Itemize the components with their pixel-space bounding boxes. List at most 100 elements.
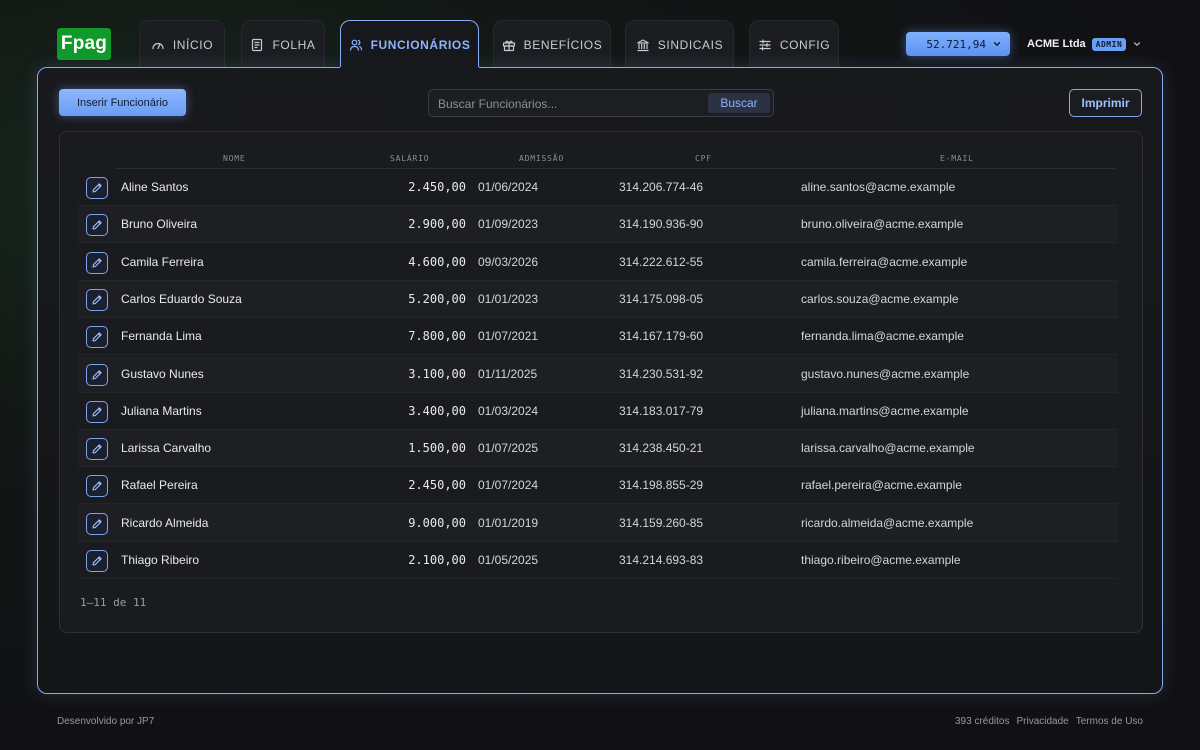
employees-panel: Inserir Funcionário Buscar Imprimir NOME… [37,67,1163,694]
edit-button[interactable] [86,438,108,461]
employee-admission: 01/09/2023 [478,217,539,232]
document-icon [250,38,264,52]
pencil-icon [92,481,102,491]
search-box: Buscar [428,89,774,117]
employee-email: carlos.souza@acme.example [801,291,959,306]
employee-email: larissa.carvalho@acme.example [801,441,975,456]
employee-name: Ricardo Almeida [121,515,209,530]
tab-label: FUNCIONÁRIOS [370,37,471,52]
employee-admission: 01/06/2024 [478,180,539,194]
employee-admission: 01/03/2024 [478,403,539,418]
tab-folha[interactable]: FOLHA [241,20,325,68]
employee-salary: 7.800,00 [408,329,466,344]
pencil-icon [92,295,102,305]
pencil-icon [92,220,102,230]
employee-salary: 2.450,00 [408,478,466,493]
tab-label: CONFIG [779,37,831,52]
edit-button[interactable] [86,363,108,386]
tab-sindicais[interactable]: SINDICAIS [625,20,734,68]
employee-email: fernanda.lima@acme.example [801,329,964,344]
footer-links: 393 créditos Privacidade Termos de Uso [955,716,1143,727]
employee-admission: 01/11/2025 [478,366,538,381]
employee-email: camila.ferreira@acme.example [801,254,968,269]
header-salary[interactable]: SALÁRIO [390,154,429,163]
employee-salary: 2.450,00 [408,180,466,194]
employees-table: NOME SALÁRIO ADMISSÃO CPF E-MAIL Aline S… [59,131,1143,633]
edit-button[interactable] [86,214,108,237]
employee-name: Camila Ferreira [121,254,204,269]
employee-name: Bruno Oliveira [121,217,198,232]
employee-email: bruno.oliveira@acme.example [801,217,964,232]
pencil-icon [92,556,102,566]
edit-button[interactable] [86,326,108,349]
tab-label: BENEFÍCIOS [523,37,603,52]
employee-name: Thiago Ribeiro [121,553,200,567]
tab-inicio[interactable]: INÍCIO [139,20,225,68]
company-name: ACME Ltda [1027,38,1086,50]
pencil-icon [92,183,102,193]
balance-dropdown[interactable]: 52.721,94 [906,32,1010,56]
footer-developer[interactable]: Desenvolvido por JP7 [57,716,154,727]
employee-cpf: 314.159.260-85 [619,515,704,530]
employee-cpf: 314.183.017-79 [619,403,704,418]
tab-label: FOLHA [272,37,316,52]
search-button[interactable]: Buscar [708,93,770,113]
account-menu[interactable]: ACME Ltda ADMIN [1027,35,1142,53]
pencil-icon [92,369,102,380]
employee-salary: 5.200,00 [408,291,466,306]
employee-admission: 01/07/2021 [478,329,539,344]
table-row: Ricardo Almeida 9.000,00 01/01/2019 314.159… [78,504,1118,542]
employee-salary: 1.500,00 [408,441,466,456]
employee-salary: 2.900,00 [408,217,466,232]
balance-value: 52.721,94 [926,37,986,51]
employee-email: juliana.martins@acme.example [801,403,969,418]
edit-button[interactable] [86,400,108,423]
header-admission[interactable]: ADMISSÃO [519,154,564,163]
tab-label: SINDICAIS [657,37,724,52]
employee-name: Gustavo Nunes [121,366,204,381]
chevron-down-icon [1132,39,1142,49]
employee-admission: 01/01/2019 [478,515,539,530]
table-row: Thiago Ribeiro 2.100,00 01/05/2025 314.214.… [78,542,1118,579]
table-row: Rafael Pereira 2.450,00 01/07/2024 314.198.… [78,467,1118,505]
table-row: Gustavo Nunes 3.100,00 01/11/2025 314.230.5… [78,355,1118,393]
edit-button[interactable] [86,475,108,498]
edit-button[interactable] [86,550,108,572]
header-name[interactable]: NOME [223,154,245,163]
search-input[interactable] [438,95,698,113]
employee-name: Juliana Martins [121,403,202,418]
table-row: Larissa Carvalho 1.500,00 01/07/2025 314.23… [78,430,1118,468]
employee-salary: 2.100,00 [408,553,466,567]
edit-button[interactable] [86,512,108,535]
users-icon [349,38,363,52]
pencil-icon [92,257,102,268]
employee-cpf: 314.198.855-29 [619,478,704,493]
header-email[interactable]: E-MAIL [940,154,974,163]
privacy-link[interactable]: Privacidade [1016,716,1068,727]
credits-count: 393 créditos [955,716,1010,727]
table-row: Camila Ferreira 4.600,00 09/03/2026 314.222… [78,244,1118,281]
gauge-icon [151,38,165,52]
employee-name: Aline Santos [121,180,189,194]
print-button[interactable]: Imprimir [1069,89,1142,117]
edit-button[interactable] [86,177,108,199]
tab-funcionarios[interactable]: FUNCIONÁRIOS [340,20,479,71]
table-row: Aline Santos 2.450,00 01/06/2024 314.206.77… [78,169,1118,206]
tab-config[interactable]: CONFIG [749,20,839,68]
edit-button[interactable] [86,288,108,311]
employee-name: Larissa Carvalho [121,441,212,456]
employee-email: gustavo.nunes@acme.example [801,366,970,381]
top-bar: Fpag INÍCIO FOLHA FUNCIONÁRIOS BENEFÍCIO… [0,0,1200,71]
tab-beneficios[interactable]: BENEFÍCIOS [493,20,611,68]
employee-email: rafael.pereira@acme.example [801,478,962,493]
logo[interactable]: Fpag [57,28,111,60]
employee-admission: 09/03/2026 [478,254,539,269]
employee-admission: 01/07/2025 [478,441,539,456]
edit-button[interactable] [86,251,108,274]
table-row: Bruno Oliveira 2.900,00 01/09/2023 314.190.… [78,206,1118,244]
header-cpf[interactable]: CPF [695,154,712,163]
pencil-icon [92,407,102,417]
employee-email: aline.santos@acme.example [801,180,956,194]
terms-link[interactable]: Termos de Uso [1076,716,1143,727]
insert-employee-button[interactable]: Inserir Funcionário [59,89,186,116]
